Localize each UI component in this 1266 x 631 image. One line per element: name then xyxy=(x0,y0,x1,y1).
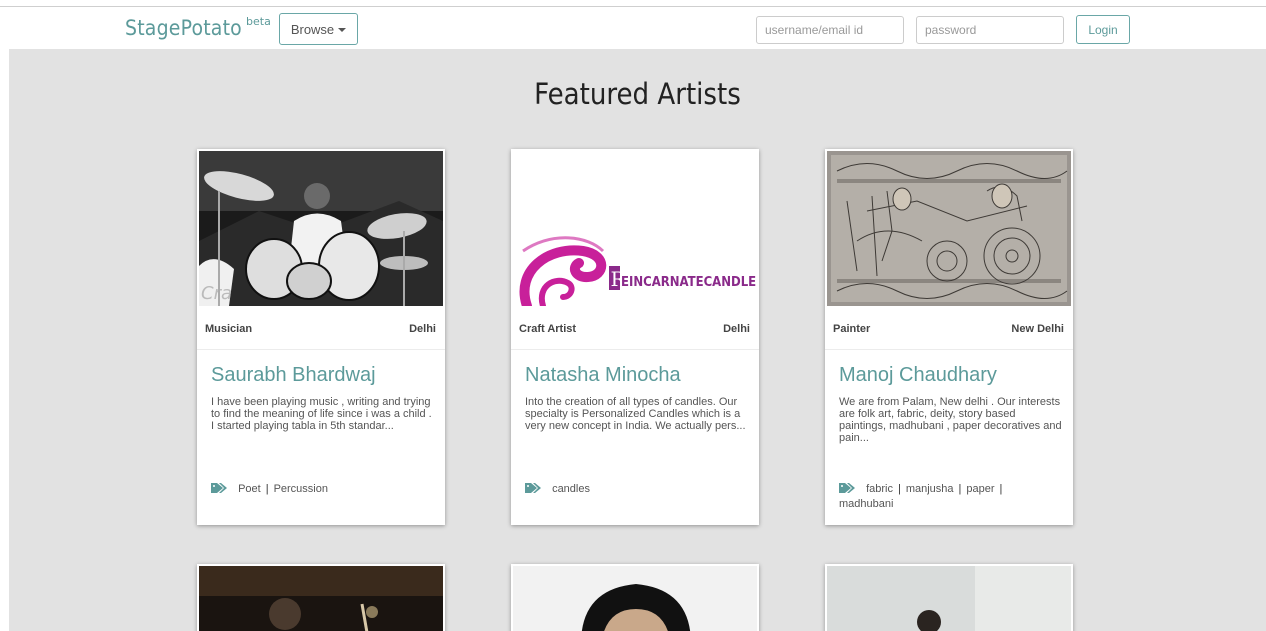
artist-card[interactable]: R EINCARNATECANDLES Craft Artist Delhi N… xyxy=(511,149,759,525)
logo-text: EINCARNATECANDLES xyxy=(621,275,757,290)
browse-label: Browse xyxy=(290,21,335,37)
browse-button[interactable]: Browse xyxy=(279,13,358,45)
artist-category: Craft Artist xyxy=(519,323,577,335)
artist-description: I have been playing music , writing and … xyxy=(211,396,432,432)
artist-city: Delhi xyxy=(723,323,750,335)
beta-badge: beta xyxy=(246,15,271,28)
artist-card[interactable]: Painter New Delhi Manoj Chaudhary We are… xyxy=(825,149,1073,525)
tag-list: fabric | manjusha | paper | madhubani xyxy=(839,482,1063,512)
tag-link[interactable]: madhubani xyxy=(839,498,893,510)
tag-separator: | xyxy=(897,483,901,495)
artist-photo[interactable] xyxy=(825,564,1073,631)
artist-category: Painter xyxy=(833,323,871,335)
artist-photo[interactable]: R EINCARNATECANDLES xyxy=(513,151,757,306)
tag-list: Poet | Percussion xyxy=(211,482,435,497)
artist-card[interactable]: Cra Musician Delhi Saurabh Bhardwaj I ha… xyxy=(197,149,445,525)
artist-description: Into the creation of all types of candle… xyxy=(525,396,746,432)
tag-separator: | xyxy=(958,483,962,495)
drummer-photo: Cra xyxy=(199,151,443,306)
tag-link[interactable]: paper xyxy=(966,483,994,495)
brand-logo[interactable]: StagePotato xyxy=(125,16,242,40)
folk-art-painting xyxy=(827,151,1071,306)
artist-meta: Painter New Delhi xyxy=(825,308,1073,350)
artist-name[interactable]: Manoj Chaudhary xyxy=(839,364,997,387)
tag-link[interactable]: Poet xyxy=(238,483,261,495)
artist-city: New Delhi xyxy=(1011,323,1064,335)
username-input[interactable] xyxy=(756,16,904,44)
artist-meta: Musician Delhi xyxy=(197,308,445,350)
tag-separator: | xyxy=(999,483,1003,495)
artist-name[interactable]: Natasha Minocha xyxy=(525,364,681,387)
page-title: Featured Artists xyxy=(534,77,741,111)
artist-photo[interactable] xyxy=(511,564,759,631)
tag-link[interactable]: fabric xyxy=(866,483,893,495)
navbar: StagePotato beta Browse Login xyxy=(0,7,1266,49)
tag-link[interactable]: candles xyxy=(552,483,590,495)
artist-photo[interactable] xyxy=(197,564,445,631)
svg-text:Cra: Cra xyxy=(201,283,232,304)
artist-meta: Craft Artist Delhi xyxy=(511,308,759,350)
artist-card[interactable] xyxy=(825,564,1073,631)
artist-category: Musician xyxy=(205,323,253,335)
caret-down-icon xyxy=(338,28,347,32)
tag-link[interactable]: Percussion xyxy=(274,483,328,495)
artist-card[interactable] xyxy=(511,564,759,631)
artist-photo[interactable]: Cra xyxy=(199,151,443,306)
artist-city: Delhi xyxy=(409,323,436,335)
tags-icon xyxy=(525,483,541,493)
reincarnate-candles-logo: R EINCARNATECANDLES xyxy=(513,151,757,306)
tag-link[interactable]: manjusha xyxy=(906,483,954,495)
main-content: Featured Artists Cra Musician Delhi Saur… xyxy=(9,49,1266,631)
tags-icon xyxy=(839,483,855,493)
artist-name[interactable]: Saurabh Bhardwaj xyxy=(211,364,376,387)
artist-description: We are from Palam, New delhi . Our inter… xyxy=(839,396,1062,444)
artist-photo[interactable] xyxy=(827,151,1071,306)
tag-list: candles xyxy=(525,482,749,497)
tag-separator: | xyxy=(265,483,269,495)
login-button[interactable]: Login xyxy=(1076,15,1130,44)
artist-card[interactable] xyxy=(197,564,445,631)
tags-icon xyxy=(211,483,227,493)
password-input[interactable] xyxy=(916,16,1064,44)
